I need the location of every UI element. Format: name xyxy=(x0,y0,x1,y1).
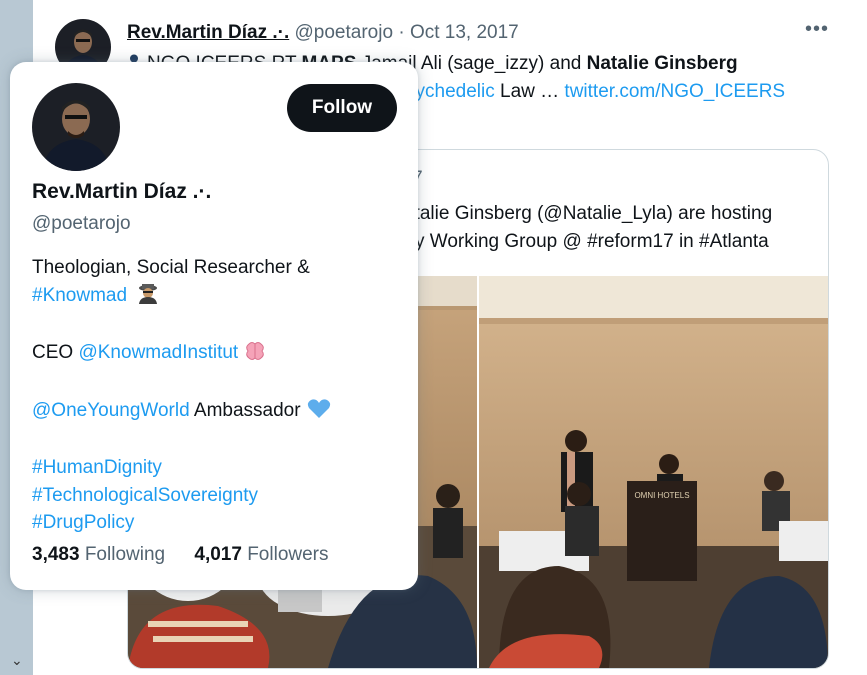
blue-heart-emoji-icon xyxy=(307,398,331,428)
profile-bio: Theologian, Social Researcher & #Knowmad… xyxy=(32,254,402,537)
link-psychedelic[interactable]: sychedelic xyxy=(406,81,495,102)
bold-natalie: Natalie Ginsberg xyxy=(586,53,738,74)
detective-emoji-icon xyxy=(137,282,159,313)
tweet-text-law: Law … xyxy=(500,81,560,102)
quote-line-2: y Working Group @ #reform17 in #Atlanta xyxy=(415,228,769,256)
hashtag-knowmad[interactable]: #Knowmad xyxy=(32,285,127,306)
tweet-date[interactable]: Oct 13, 2017 xyxy=(410,22,519,43)
bio-line-2: #Knowmad xyxy=(32,282,402,313)
following-count: 3,483 xyxy=(32,544,80,565)
followers-stat[interactable]: 4,017 Followers xyxy=(194,544,328,565)
follow-button[interactable]: Follow xyxy=(287,84,397,132)
bio-line-ceo: CEO @KnowmadInstitut xyxy=(32,339,402,370)
following-stat[interactable]: 3,483 Following xyxy=(32,544,170,565)
quote-line-1: atalie Ginsberg (@Natalie_Lyla) are host… xyxy=(404,203,773,224)
profile-avatar[interactable] xyxy=(32,83,120,171)
more-options-icon[interactable]: ••• xyxy=(805,18,829,41)
bio-ceo: CEO xyxy=(32,342,74,363)
profile-name[interactable]: Rev.Martin Díaz .·. xyxy=(32,180,211,204)
hashtag-atlanta[interactable]: #Atlanta xyxy=(699,231,769,252)
profile-hover-card: Follow Rev.Martin Díaz .·. @poetarojo Th… xyxy=(10,62,418,590)
bio-line-1: Theologian, Social Researcher & xyxy=(32,257,310,278)
profile-handle[interactable]: @poetarojo xyxy=(32,213,131,235)
separator: · xyxy=(398,22,405,43)
quote-line2-text: y Working Group @ xyxy=(415,231,582,252)
hashtag-drugpolicy[interactable]: #DrugPolicy xyxy=(32,509,402,537)
author-handle[interactable]: @poetarojo xyxy=(295,22,394,43)
podium-sign: OMNI HOTELS xyxy=(634,491,689,500)
profile-stats: 3,483 Following 4,017 Followers xyxy=(32,544,329,566)
mention-oneyoungworld[interactable]: @OneYoungWorld xyxy=(32,400,190,421)
following-label: Following xyxy=(84,544,166,565)
photo-2[interactable]: OMNI HOTELS xyxy=(479,276,828,668)
link-ngo-iceers[interactable]: twitter.com/NGO_ICEERS xyxy=(564,81,785,102)
chevron-down-icon[interactable]: ⌄ xyxy=(11,652,23,669)
hashtag-reform17[interactable]: #reform17 xyxy=(587,231,674,252)
quote-line2-in: in xyxy=(678,231,694,252)
hashtag-technologicalsovereignty[interactable]: #TechnologicalSovereignty xyxy=(32,482,402,510)
bio-line-oyw: @OneYoungWorld Ambassador xyxy=(32,397,402,428)
brain-emoji-icon xyxy=(244,341,266,370)
followers-count: 4,017 xyxy=(194,544,242,565)
followers-label: Followers xyxy=(247,544,329,565)
bio-ambassador: Ambassador xyxy=(193,399,301,421)
tweet-header: Rev.Martin Díaz .·. @poetarojo · Oct 13,… xyxy=(127,22,519,44)
hashtag-humandignity[interactable]: #HumanDignity xyxy=(32,454,402,482)
author-name[interactable]: Rev.Martin Díaz .·. xyxy=(127,22,289,43)
mention-knowmadinstitut[interactable]: @KnowmadInstitut xyxy=(78,342,238,363)
